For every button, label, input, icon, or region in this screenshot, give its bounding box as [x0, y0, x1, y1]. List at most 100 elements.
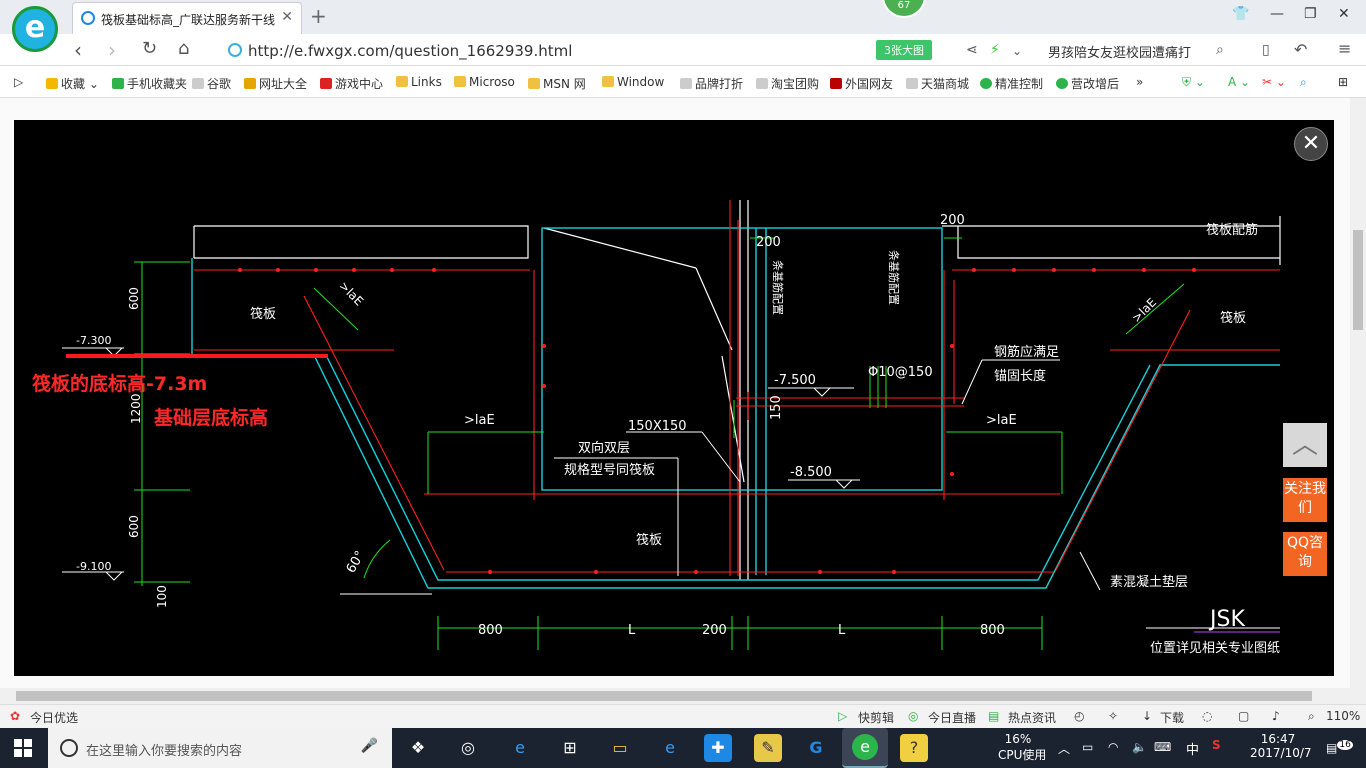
download-link[interactable]: 下载: [1160, 709, 1184, 726]
browser-tab[interactable]: 筏板基础标高_广联达服务新干线 ✕: [72, 2, 302, 34]
close-window-button[interactable]: ✕: [1338, 6, 1350, 22]
phone-icon[interactable]: ▯: [1262, 42, 1270, 58]
minimize-button[interactable]: —: [1270, 6, 1284, 22]
chevron-up-icon[interactable]: ︿: [1058, 740, 1070, 757]
notification-badge[interactable]: 67: [882, 0, 926, 18]
bookmark-item[interactable]: 精准控制: [980, 75, 1043, 92]
window-icon[interactable]: ▢: [1238, 709, 1249, 723]
search-headline[interactable]: 男孩陪女友逛校园遭痛打: [1048, 42, 1191, 61]
app-icon[interactable]: ✚: [704, 734, 732, 762]
sogou-icon[interactable]: S: [1212, 738, 1221, 752]
bookmark-item[interactable]: 品牌打折: [680, 75, 743, 92]
bookmark-item[interactable]: 淘宝团购: [756, 75, 819, 92]
cpu-usage[interactable]: 16% CPU使用: [998, 732, 1046, 763]
home-button[interactable]: ⌂: [178, 38, 189, 59]
chevron-down-icon[interactable]: ⌄: [1012, 44, 1022, 58]
volume-icon[interactable]: 🔈: [1132, 740, 1147, 754]
file-explorer-icon[interactable]: ▭: [606, 734, 634, 762]
ie-icon[interactable]: e: [656, 734, 684, 762]
microphone-icon[interactable]: 🎤: [361, 738, 378, 754]
qq-consult-button[interactable]: QQ咨询: [1283, 532, 1327, 576]
bookmark-item[interactable]: 外国网友: [830, 75, 893, 92]
reference-note: 位置详见相关专业图纸: [1150, 641, 1280, 656]
dimension-label: 100: [155, 585, 169, 608]
url-input[interactable]: http://e.fwxgx.com/question_1662939.html: [248, 42, 572, 60]
reload-button[interactable]: ↻: [142, 38, 157, 59]
scissors-icon[interactable]: ✂ ⌄: [1262, 75, 1286, 89]
task-view-icon[interactable]: ❖: [404, 734, 432, 762]
close-viewer-button[interactable]: ✕: [1294, 127, 1328, 161]
vertical-scrollbar[interactable]: [1350, 98, 1366, 688]
elevation-label: -7.300: [76, 334, 111, 347]
notes-icon[interactable]: ✎: [754, 734, 782, 762]
share-icon[interactable]: ⋖: [966, 42, 978, 58]
clock[interactable]: 16:47 2017/10/7: [1250, 732, 1312, 760]
wifi-icon[interactable]: ◠: [1108, 740, 1118, 754]
action-center-icon[interactable]: ▤ 16: [1326, 740, 1353, 755]
today-picks-link[interactable]: 今日优选: [30, 709, 78, 726]
battery-icon[interactable]: ▭: [1082, 740, 1093, 754]
scroll-thumb[interactable]: [1353, 230, 1363, 330]
search-icon[interactable]: ⌕: [1216, 42, 1224, 58]
back-to-top-button[interactable]: ︿: [1283, 423, 1327, 467]
active-browser-icon[interactable]: e: [842, 728, 888, 768]
store-icon[interactable]: ⊞: [556, 734, 584, 762]
new-tab-button[interactable]: +: [310, 4, 327, 28]
live-icon: ◎: [908, 709, 919, 723]
more-bookmarks-icon[interactable]: »: [1136, 75, 1143, 89]
sidebar-toggle-icon[interactable]: ▷: [14, 75, 23, 89]
notification-count: 16: [1337, 740, 1353, 750]
edge-icon[interactable]: e: [506, 734, 534, 762]
grid-icon[interactable]: ⊞: [1338, 75, 1348, 89]
lae-label: >laE: [464, 413, 495, 428]
keyboard-icon[interactable]: ⌨: [1154, 740, 1171, 754]
windows-start-icon[interactable]: [14, 739, 32, 757]
news-link[interactable]: 热点资讯: [1008, 709, 1056, 726]
ime-indicator[interactable]: 中: [1186, 739, 1199, 758]
bookmark-item[interactable]: 天猫商城: [906, 75, 969, 92]
bookmark-item[interactable]: Links: [396, 75, 442, 89]
live-link[interactable]: 今日直播: [928, 709, 976, 726]
big-image-button[interactable]: 3张大图: [876, 40, 932, 60]
search-icon[interactable]: ⌕: [1300, 75, 1307, 90]
dimension-label: 200: [940, 213, 965, 228]
translate-icon[interactable]: A ⌄: [1228, 75, 1250, 89]
browser-logo-icon[interactable]: e: [12, 6, 58, 52]
undo-icon[interactable]: ↶: [1294, 40, 1307, 59]
shirt-icon[interactable]: 👕: [1232, 6, 1249, 22]
horizontal-scrollbar[interactable]: [0, 688, 1350, 704]
elevation-label: -9.100: [76, 560, 111, 573]
speed-icon[interactable]: ◴: [1074, 709, 1084, 723]
bookmark-item[interactable]: 游戏中心: [320, 75, 383, 92]
volume-icon[interactable]: ♪: [1272, 709, 1280, 723]
raft-label-bottom: 筏板: [636, 532, 662, 548]
lae-label: >laE: [1129, 295, 1159, 325]
bookmark-item[interactable]: 营改增后: [1056, 75, 1119, 92]
site-icon: [830, 78, 842, 89]
shield-icon[interactable]: ⛨ ⌄: [1182, 75, 1205, 90]
browser-icon[interactable]: ◌: [1202, 709, 1212, 723]
help-app-icon[interactable]: ?: [900, 734, 928, 762]
bookmark-item[interactable]: MSN 网: [528, 75, 586, 92]
bookmark-item[interactable]: 收藏 ⌄: [46, 75, 99, 92]
bookmark-item[interactable]: Window: [602, 75, 664, 89]
taskbar-search[interactable]: 在这里输入你要搜索的内容 🎤: [48, 728, 392, 768]
g-app-icon[interactable]: G: [802, 734, 830, 762]
bookmark-item[interactable]: 网址大全: [244, 75, 307, 92]
lightning-icon[interactable]: ⚡: [990, 42, 1000, 58]
quick-clip-link[interactable]: 快剪辑: [858, 709, 894, 726]
forward-button[interactable]: ›: [108, 38, 116, 62]
menu-icon[interactable]: ≡: [1338, 39, 1351, 58]
scroll-thumb[interactable]: [16, 691, 1312, 701]
tools-icon[interactable]: ✧: [1108, 709, 1118, 723]
close-tab-icon[interactable]: ✕: [281, 9, 293, 25]
bookmark-item[interactable]: 手机收藏夹: [112, 75, 187, 92]
angle-label: 60°: [344, 548, 369, 575]
bookmark-item[interactable]: Microso: [454, 75, 515, 89]
follow-us-button[interactable]: 关注我们: [1283, 478, 1327, 522]
edge-swirl-icon[interactable]: ◎: [454, 734, 482, 762]
zoom-level[interactable]: 110%: [1326, 709, 1360, 723]
back-button[interactable]: ‹: [74, 38, 82, 62]
bookmark-item[interactable]: 谷歌: [192, 75, 231, 92]
restore-button[interactable]: ❐: [1304, 6, 1317, 22]
